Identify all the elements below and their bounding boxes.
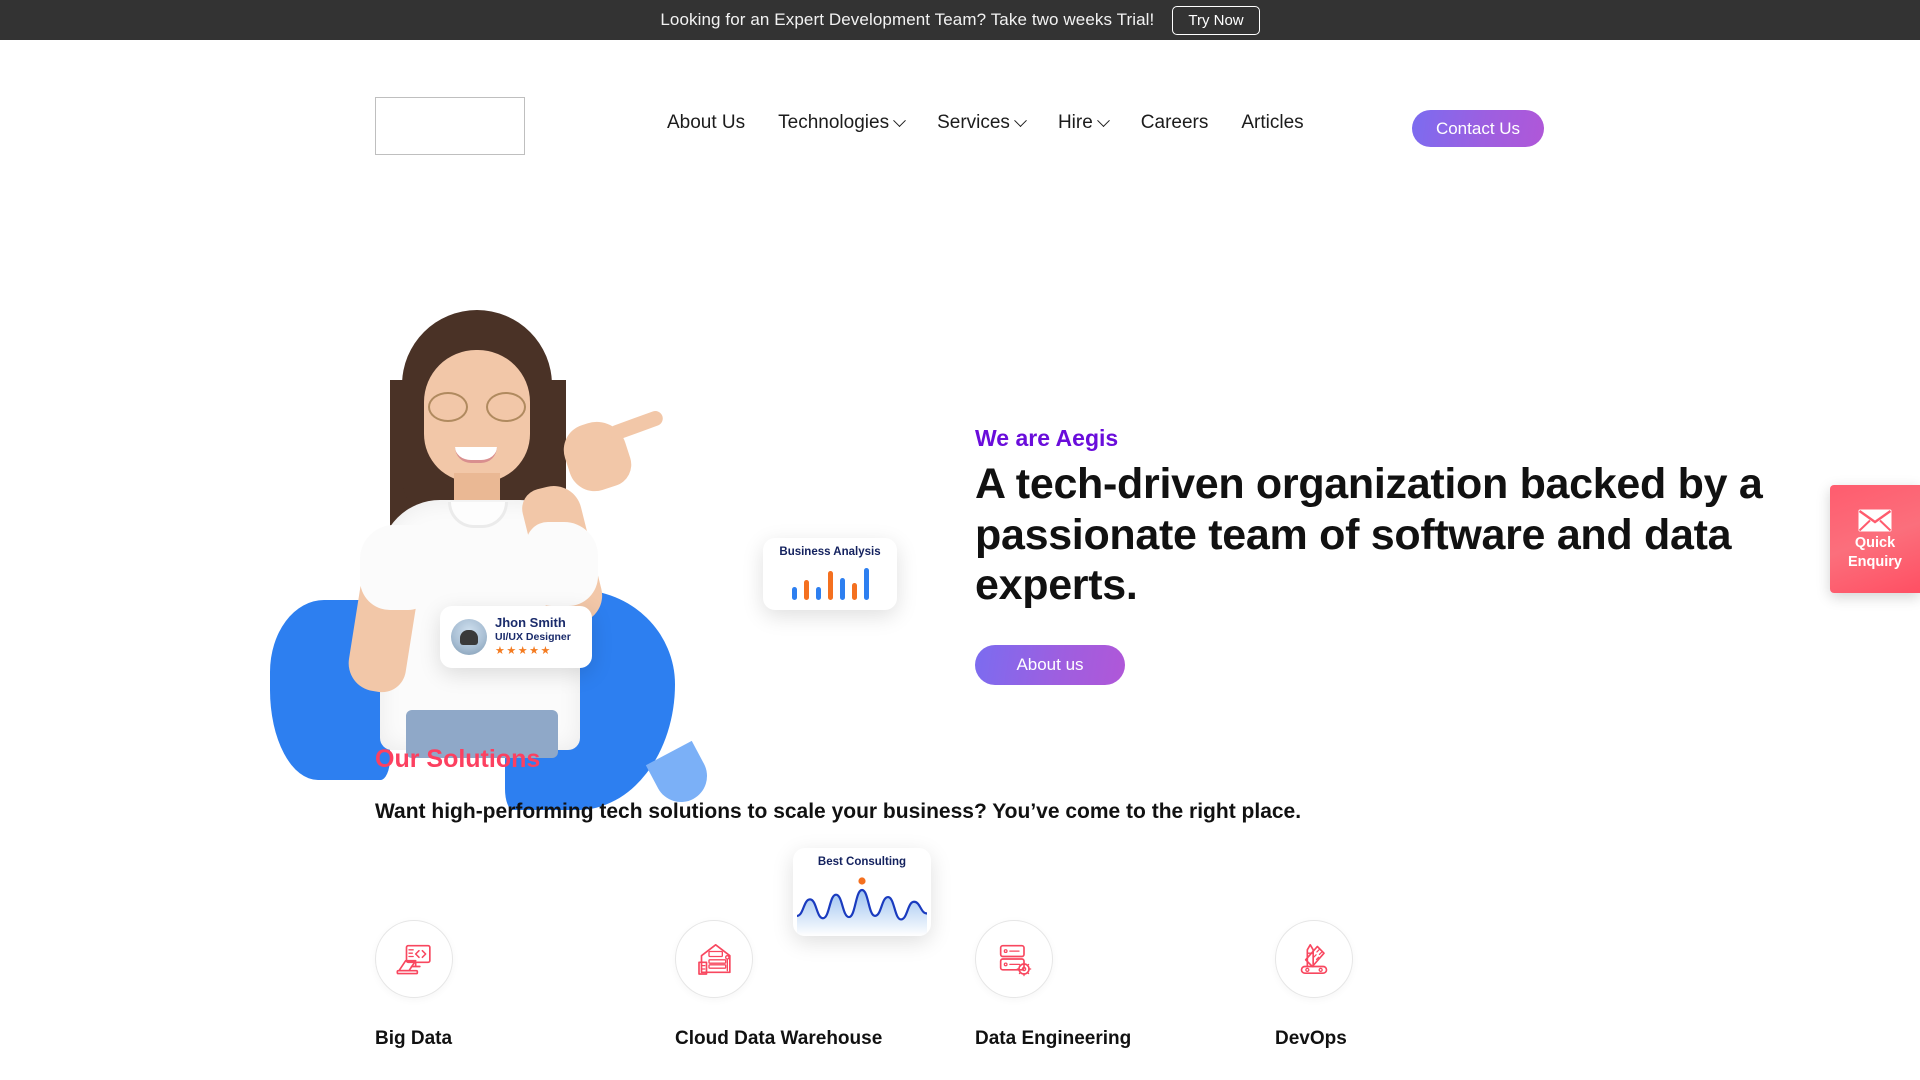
nav-item-technologies[interactable]: Technologies xyxy=(778,112,906,134)
server-gear-icon xyxy=(975,920,1053,998)
hero-headline: A tech-driven organization backed by a p… xyxy=(975,460,1763,610)
multi-tool-icon xyxy=(1275,920,1353,998)
bar-7 xyxy=(863,568,869,600)
solutions-grid: Big Data Cloud Data Warehouse Data Engin… xyxy=(375,920,1575,1050)
glasses-icon xyxy=(426,392,528,422)
bar-4 xyxy=(827,571,833,600)
bar-3 xyxy=(815,587,821,600)
site-header: About Us Technologies Services Hire Care… xyxy=(0,40,1920,155)
server-gear-glyph xyxy=(999,944,1032,977)
monitor-code-glyph xyxy=(396,944,431,975)
bar-5 xyxy=(839,578,845,600)
nav-label: Hire xyxy=(1057,112,1093,133)
solution-label: DevOps xyxy=(1275,1028,1347,1049)
person-pointing-finger xyxy=(607,408,665,443)
main-navigation: About Us Technologies Services Hire Care… xyxy=(667,112,1304,134)
nav-item-about-us[interactable]: About Us xyxy=(667,112,745,134)
solutions-subtitle: Want high-performing tech solutions to s… xyxy=(375,800,1302,823)
quick-enquiry-line1: Quick xyxy=(1854,535,1896,552)
bar-chart xyxy=(773,564,887,600)
testimonial-name: Jhon Smith xyxy=(495,615,566,631)
bar-6 xyxy=(851,583,857,600)
area-chart-marker xyxy=(858,877,866,885)
quick-enquiry-line2: Enquiry xyxy=(1848,553,1902,570)
bar-2 xyxy=(803,580,809,600)
nav-label: Careers xyxy=(1140,112,1209,133)
nav-label: Articles xyxy=(1241,112,1304,133)
solution-label: Big Data xyxy=(375,1028,453,1049)
monitor-code-icon xyxy=(375,920,453,998)
avatar xyxy=(451,619,487,655)
testimonial-role: UI/UX Designer xyxy=(495,631,571,644)
solution-card-big-data[interactable]: Big Data xyxy=(375,920,675,1050)
nav-item-hire[interactable]: Hire xyxy=(1057,112,1110,134)
solution-card-data-engineering[interactable]: Data Engineering xyxy=(975,920,1275,1050)
chevron-down-icon xyxy=(893,113,906,127)
about-us-cta-button[interactable]: About us xyxy=(975,645,1125,686)
chevron-down-icon xyxy=(1014,113,1027,127)
nav-item-careers[interactable]: Careers xyxy=(1141,112,1209,134)
chevron-down-icon xyxy=(1096,113,1110,127)
nav-label: About Us xyxy=(667,112,746,133)
rating-stars-icon: ★★★★★ xyxy=(495,644,552,657)
person-sleeve-left xyxy=(360,525,434,610)
chart-title: Best Consulting xyxy=(817,856,907,868)
nav-item-articles[interactable]: Articles xyxy=(1241,112,1303,134)
hero-section: Jhon Smith UI/UX Designer ★★★★★ Business… xyxy=(0,145,1920,936)
person-sleeve-right xyxy=(526,522,598,606)
hero-illustration: Jhon Smith UI/UX Designer ★★★★★ Business… xyxy=(215,310,931,936)
quick-enquiry-tab[interactable]: Quick Enquiry xyxy=(1830,485,1920,593)
envelope-icon xyxy=(1858,509,1892,532)
announcement-text: Looking for an Expert Development Team? … xyxy=(660,10,1155,29)
nav-label: Services xyxy=(937,112,1010,133)
testimonial-card: Jhon Smith UI/UX Designer ★★★★★ xyxy=(440,606,592,668)
solution-label: Data Engineering xyxy=(975,1028,1132,1049)
warehouse-icon xyxy=(675,920,753,998)
announcement-bar: Looking for an Expert Development Team? … xyxy=(0,0,1920,40)
solution-label: Cloud Data Warehouse xyxy=(675,1028,883,1049)
nav-item-services[interactable]: Services xyxy=(937,112,1027,134)
warehouse-glyph xyxy=(698,944,731,975)
solution-card-cloud-data-warehouse[interactable]: Cloud Data Warehouse xyxy=(675,920,975,1050)
contact-us-button[interactable]: Contact Us xyxy=(1412,110,1544,147)
chart-title: Business Analysis xyxy=(779,546,881,558)
nav-label: Technologies xyxy=(778,112,890,133)
solutions-eyebrow: Our Solutions xyxy=(375,745,541,773)
try-now-button[interactable]: Try Now xyxy=(1172,5,1260,35)
hero-copy: We are Aegis A tech-driven organization … xyxy=(975,425,1905,686)
hero-eyebrow: We are Aegis xyxy=(975,425,1119,451)
solution-card-devops[interactable]: DevOps xyxy=(1275,920,1575,1050)
business-analysis-card: Business Analysis xyxy=(763,538,897,610)
hero-person-photo xyxy=(320,310,665,758)
bar-1 xyxy=(791,587,797,600)
multi-tool-glyph xyxy=(1300,944,1328,974)
